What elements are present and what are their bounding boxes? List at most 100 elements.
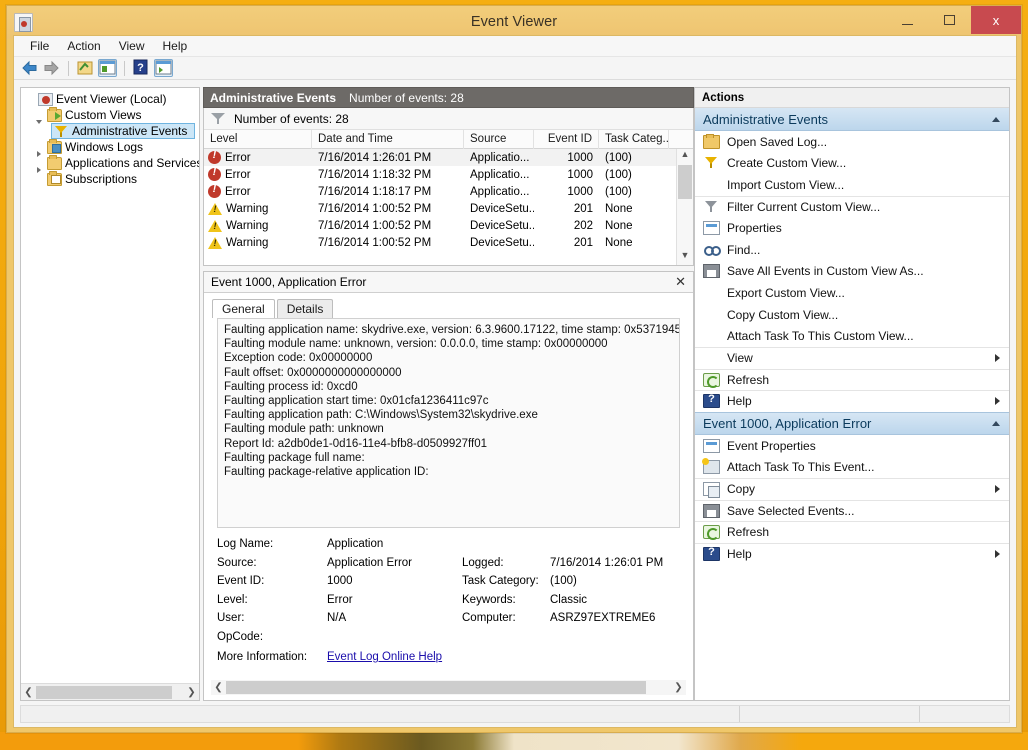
find-icon bbox=[703, 243, 721, 257]
action-export-custom-view[interactable]: Export Custom View... bbox=[695, 282, 1009, 304]
event-list-vertical-scrollbar[interactable]: ▲ ▼ bbox=[676, 149, 693, 265]
table-row[interactable]: Warning 7/16/2014 1:00:52 PM DeviceSetu.… bbox=[204, 200, 693, 217]
properties-window-icon[interactable] bbox=[98, 59, 117, 77]
cell-task: (100) bbox=[605, 168, 632, 181]
action-save-selected-events[interactable]: Save Selected Events... bbox=[695, 499, 1009, 522]
cell-level-text: Warning bbox=[226, 236, 269, 249]
actions-group-header-administrative-events[interactable]: Administrative Events bbox=[695, 108, 1009, 131]
close-button[interactable]: x bbox=[971, 6, 1021, 34]
action-help-event[interactable]: Help bbox=[695, 542, 1009, 565]
cell-event-id: 202 bbox=[573, 219, 593, 232]
console-tree-pane: Event Viewer (Local) Custom Views Admini… bbox=[20, 87, 200, 701]
scroll-thumb[interactable] bbox=[678, 165, 692, 199]
action-attach-task-to-this-event[interactable]: Attach Task To This Event... bbox=[695, 456, 1009, 478]
tab-details[interactable]: Details bbox=[276, 299, 334, 318]
tree-node-administrative-events[interactable]: Administrative Events bbox=[51, 123, 195, 139]
action-create-custom-view[interactable]: Create Custom View... bbox=[695, 153, 1009, 175]
action-import-custom-view[interactable]: Import Custom View... bbox=[695, 174, 1009, 196]
event-list: Number of events: 28 Level Date and Time… bbox=[203, 108, 694, 266]
column-header-event-id[interactable]: Event ID bbox=[534, 129, 599, 149]
tree-node-custom-views[interactable]: Custom Views bbox=[21, 106, 199, 124]
help-icon[interactable]: ? bbox=[132, 59, 151, 77]
show-hide-action-pane-icon[interactable] bbox=[154, 59, 173, 77]
action-help[interactable]: Help bbox=[695, 390, 1009, 412]
close-icon[interactable]: ✕ bbox=[675, 274, 686, 290]
table-row[interactable]: Error 7/16/2014 1:18:17 PM Applicatio...… bbox=[204, 183, 693, 200]
meta-label: Source: bbox=[217, 556, 257, 569]
table-row[interactable]: Warning 7/16/2014 1:00:52 PM DeviceSetu.… bbox=[204, 217, 693, 234]
action-find[interactable]: Find... bbox=[695, 239, 1009, 261]
scroll-right-icon[interactable]: ❯ bbox=[184, 687, 199, 698]
results-pane: Administrative Events Number of events: … bbox=[203, 87, 694, 701]
cell-level: Error bbox=[204, 185, 312, 198]
menu-action[interactable]: Action bbox=[58, 37, 109, 55]
chevron-up-icon[interactable] bbox=[992, 116, 1000, 122]
no-icon bbox=[703, 286, 720, 300]
scroll-track[interactable] bbox=[226, 681, 671, 694]
event-log-online-help-link[interactable]: Event Log Online Help bbox=[327, 651, 442, 663]
scroll-right-icon[interactable]: ❯ bbox=[671, 682, 686, 693]
column-header-date-and-time[interactable]: Date and Time bbox=[312, 129, 464, 149]
meta-label: Keywords: bbox=[462, 593, 516, 606]
filter-summary-row[interactable]: Number of events: 28 bbox=[204, 108, 693, 130]
filter-summary-text: Number of events: 28 bbox=[234, 111, 349, 126]
action-filter-current-custom-view[interactable]: Filter Current Custom View... bbox=[695, 195, 1009, 218]
tree-node-root[interactable]: Event Viewer (Local) bbox=[21, 91, 199, 107]
action-label: Open Saved Log... bbox=[727, 134, 828, 149]
chevron-up-icon[interactable] bbox=[992, 420, 1000, 426]
column-header-task-category[interactable]: Task Categ... bbox=[599, 129, 669, 149]
action-copy-custom-view[interactable]: Copy Custom View... bbox=[695, 304, 1009, 326]
action-properties[interactable]: Properties bbox=[695, 217, 1009, 239]
help-icon bbox=[703, 393, 720, 409]
action-refresh[interactable]: Refresh bbox=[695, 368, 1009, 391]
tree-node-label: Custom Views bbox=[65, 108, 142, 122]
scroll-up-icon[interactable]: ▲ bbox=[677, 149, 693, 164]
tree-horizontal-scrollbar[interactable]: ❮ ❯ bbox=[21, 683, 199, 700]
tree-node-applications-and-services-logs[interactable]: Applications and Services Lo bbox=[21, 154, 199, 173]
detail-header: Event 1000, Application Error ✕ bbox=[204, 272, 693, 293]
action-copy[interactable]: Copy bbox=[695, 477, 1009, 500]
column-header-level[interactable]: Level bbox=[204, 129, 312, 149]
maximize-button[interactable] bbox=[928, 6, 970, 34]
cell-source: Applicatio... bbox=[470, 185, 530, 198]
cell-event-id: 201 bbox=[573, 202, 593, 215]
funnel-icon bbox=[703, 156, 720, 170]
column-header-source[interactable]: Source bbox=[464, 129, 534, 149]
action-label: Help bbox=[727, 394, 752, 409]
no-icon bbox=[703, 351, 720, 365]
minimize-button[interactable] bbox=[886, 6, 928, 34]
action-event-properties[interactable]: Event Properties bbox=[695, 435, 1009, 457]
description-line: Faulting module name: unknown, version: … bbox=[224, 338, 608, 351]
table-row[interactable]: Error 7/16/2014 1:26:01 PM Applicatio...… bbox=[204, 149, 693, 166]
scroll-thumb[interactable] bbox=[36, 685, 172, 699]
tree-node-subscriptions[interactable]: Subscriptions bbox=[21, 170, 199, 187]
scroll-down-icon[interactable]: ▼ bbox=[677, 250, 693, 265]
tree-node-windows-logs[interactable]: Windows Logs bbox=[21, 138, 199, 157]
menu-file[interactable]: File bbox=[21, 37, 58, 55]
funnel-gray-icon bbox=[703, 200, 720, 214]
table-row[interactable]: Error 7/16/2014 1:18:32 PM Applicatio...… bbox=[204, 166, 693, 183]
action-save-all-events-in-custom-view-as[interactable]: Save All Events in Custom View As... bbox=[695, 261, 1009, 283]
action-attach-task-to-this-custom-view[interactable]: Attach Task To This Custom View... bbox=[695, 325, 1009, 347]
scroll-track[interactable] bbox=[36, 685, 184, 699]
menu-help[interactable]: Help bbox=[154, 37, 197, 55]
action-refresh-event[interactable]: Refresh bbox=[695, 521, 1009, 543]
action-view[interactable]: View bbox=[695, 346, 1009, 369]
back-arrow-icon[interactable] bbox=[20, 59, 39, 77]
action-label: Import Custom View... bbox=[727, 177, 845, 192]
actions-group-header-event[interactable]: Event 1000, Application Error bbox=[695, 411, 1009, 435]
cell-source: DeviceSetu... bbox=[470, 236, 534, 249]
table-row[interactable]: Warning 7/16/2014 1:00:52 PM DeviceSetu.… bbox=[204, 234, 693, 251]
cell-source: DeviceSetu... bbox=[470, 219, 534, 232]
scroll-left-icon[interactable]: ❮ bbox=[21, 687, 36, 698]
show-hide-tree-icon[interactable] bbox=[76, 59, 95, 77]
action-open-saved-log[interactable]: Open Saved Log... bbox=[695, 131, 1009, 153]
detail-horizontal-scrollbar[interactable]: ❮ ❯ bbox=[211, 680, 686, 695]
tab-general[interactable]: General bbox=[212, 299, 275, 318]
scroll-left-icon[interactable]: ❮ bbox=[211, 682, 226, 693]
cell-event-id: 1000 bbox=[567, 185, 593, 198]
cell-date: 7/16/2014 1:18:32 PM bbox=[318, 168, 432, 181]
scroll-thumb[interactable] bbox=[226, 681, 646, 694]
menu-view[interactable]: View bbox=[110, 37, 154, 55]
cell-date: 7/16/2014 1:00:52 PM bbox=[318, 236, 432, 249]
